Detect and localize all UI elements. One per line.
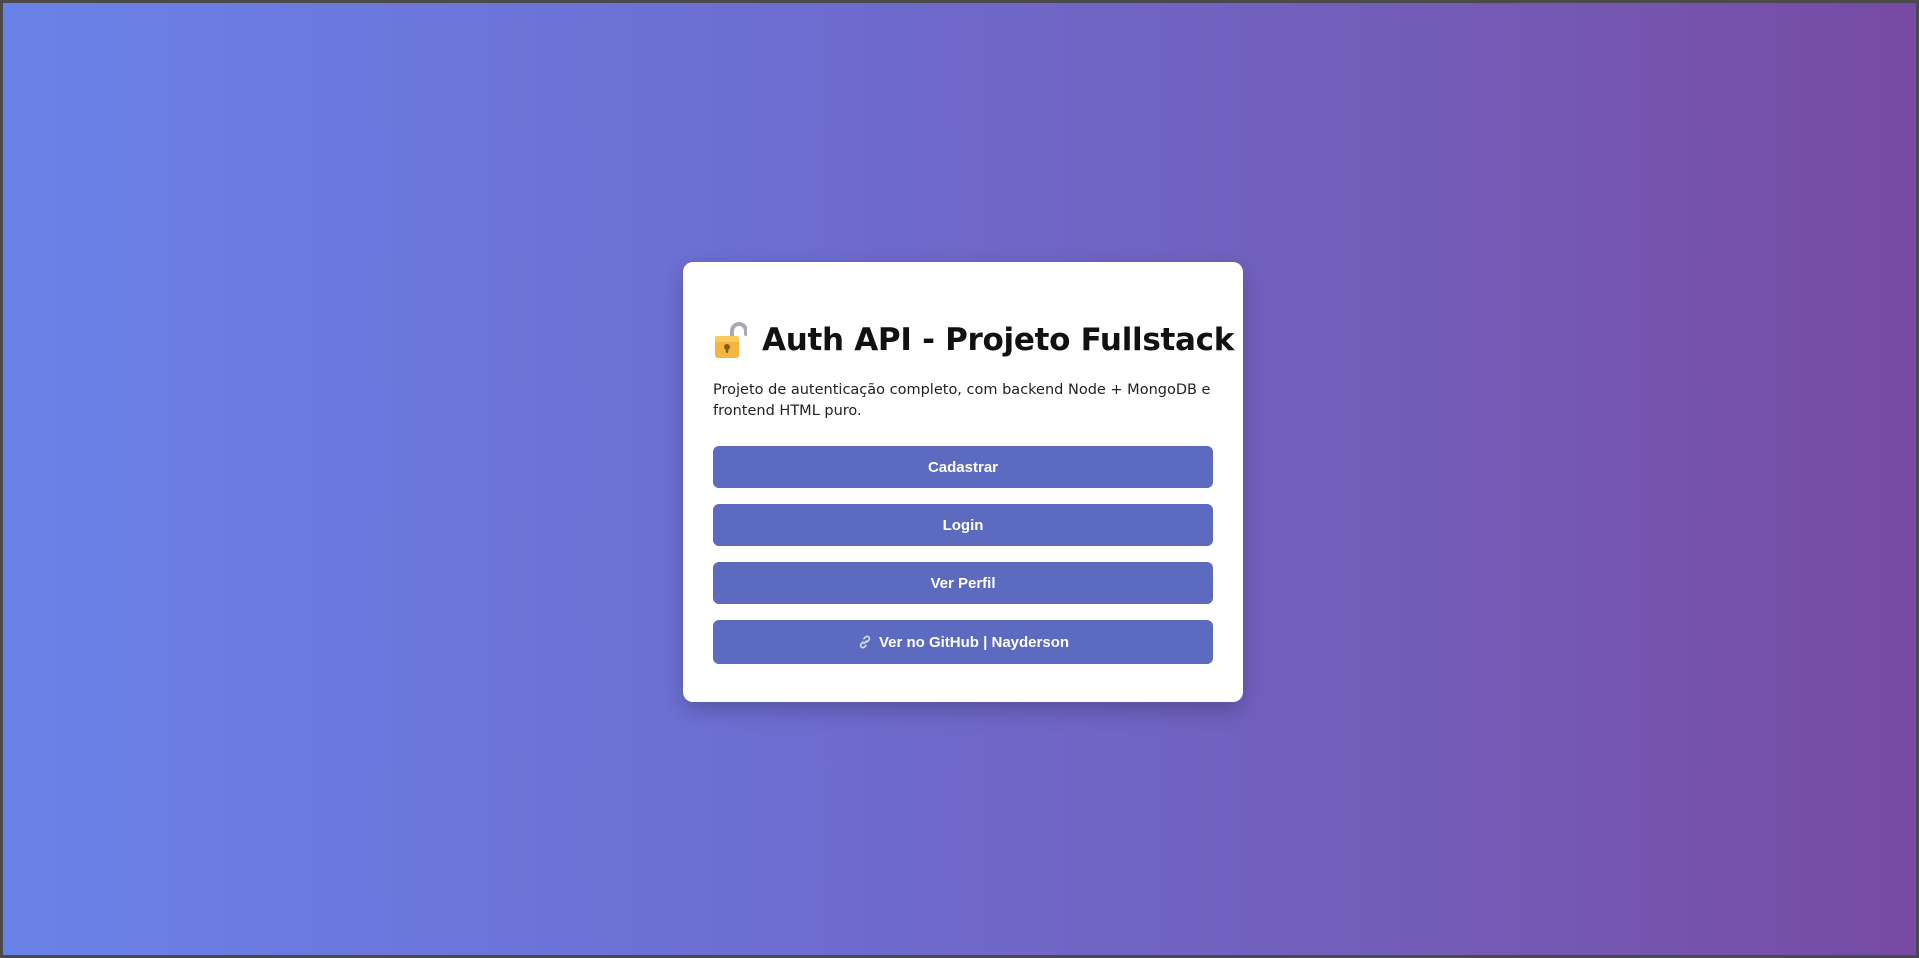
- lock-icon: [715, 322, 747, 358]
- title-row: Auth API - Projeto Fullstack: [713, 317, 1234, 363]
- page-background: Auth API - Projeto Fullstack Projeto de …: [0, 0, 1919, 958]
- link-icon: [859, 635, 871, 649]
- project-description: Projeto de autenticação completo, com ba…: [713, 382, 1211, 419]
- login-button[interactable]: Login: [713, 504, 1213, 546]
- github-link-label: Ver no GitHub | Nayderson: [878, 633, 1070, 651]
- view-profile-button[interactable]: Ver Perfil: [713, 562, 1213, 604]
- auth-card: Auth API - Projeto Fullstack Projeto de …: [683, 262, 1243, 702]
- page-title: Auth API - Projeto Fullstack: [762, 322, 1235, 358]
- register-button[interactable]: Cadastrar: [713, 446, 1213, 488]
- github-link-button[interactable]: Ver no GitHub | Nayderson: [713, 620, 1213, 664]
